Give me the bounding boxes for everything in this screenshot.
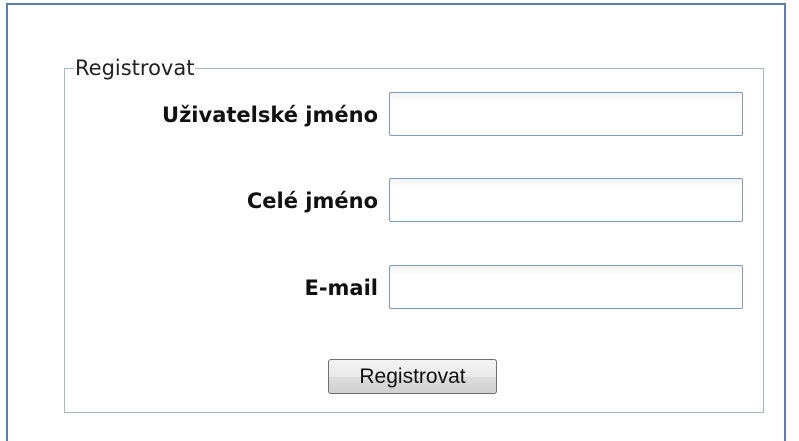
username-label: Uživatelské jméno xyxy=(162,103,378,127)
fieldset-legend: Registrovat xyxy=(75,56,195,80)
email-input[interactable] xyxy=(389,265,743,309)
register-button[interactable]: Registrovat xyxy=(328,359,497,394)
username-input[interactable] xyxy=(389,92,743,136)
fullname-label: Celé jméno xyxy=(246,189,378,213)
email-label: E-mail xyxy=(304,276,378,300)
fullname-input[interactable] xyxy=(389,178,743,222)
